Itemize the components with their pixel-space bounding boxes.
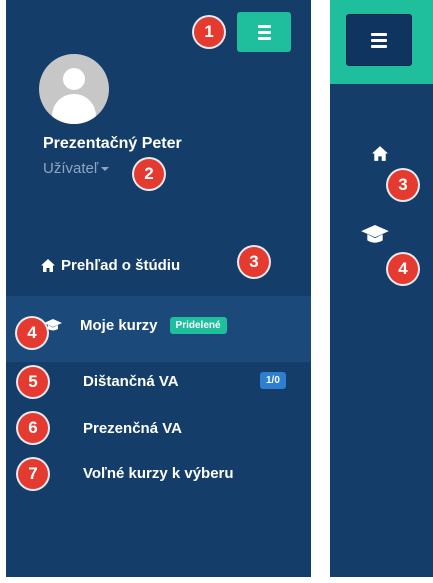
annotation-marker-1: 1 <box>194 17 224 47</box>
caret-down-icon <box>101 167 110 172</box>
sidebar-collapsed: 3 4 <box>330 0 433 577</box>
home-icon <box>41 259 55 272</box>
sidebar-toggle-button-collapsed[interactable] <box>346 14 412 66</box>
graduation-cap-icon[interactable] <box>361 225 389 250</box>
sidebar-expanded: 1 Prezentačný Peter Užívateľ 2 Prehľad o… <box>6 0 311 577</box>
user-role-label: Užívateľ <box>43 160 99 177</box>
annotation-marker-3-collapsed: 3 <box>388 170 418 200</box>
annotation-marker-4: 4 <box>17 318 47 348</box>
nav-item-courses-label: Moje kurzy <box>80 317 158 334</box>
user-role-dropdown[interactable]: Užívateľ <box>43 160 110 177</box>
annotation-marker-3: 3 <box>239 247 269 277</box>
hamburger-icon <box>371 32 387 48</box>
sub-item-distance-label: Dištančná VA <box>83 373 179 390</box>
sidebar-toggle-button[interactable] <box>237 12 291 52</box>
annotation-marker-2: 2 <box>134 159 164 189</box>
sub-item-elective[interactable]: Voľné kurzy k výberu <box>83 465 234 482</box>
sub-item-distance[interactable]: Dištančná VA <box>83 373 179 390</box>
annotation-marker-4-collapsed: 4 <box>388 254 418 284</box>
nav-item-overview[interactable]: Prehľad o štúdiu <box>41 257 180 274</box>
sub-item-presential-label: Prezenčná VA <box>83 420 182 437</box>
user-name: Prezentačný Peter <box>43 135 182 152</box>
annotation-marker-6: 6 <box>18 413 48 443</box>
avatar[interactable] <box>39 54 109 124</box>
nav-item-overview-label: Prehľad o štúdiu <box>61 257 181 274</box>
count-badge: 1/0 <box>260 372 286 389</box>
hamburger-icon <box>257 24 271 40</box>
nav-item-courses[interactable]: Moje kurzy Pridelené <box>44 317 227 334</box>
annotation-marker-7: 7 <box>18 459 48 489</box>
home-icon[interactable] <box>372 146 388 166</box>
sub-item-elective-label: Voľné kurzy k výberu <box>83 465 234 482</box>
assigned-label-badge: Pridelené <box>169 317 227 334</box>
sub-item-presential[interactable]: Prezenčná VA <box>83 420 182 437</box>
annotation-marker-5: 5 <box>18 367 48 397</box>
